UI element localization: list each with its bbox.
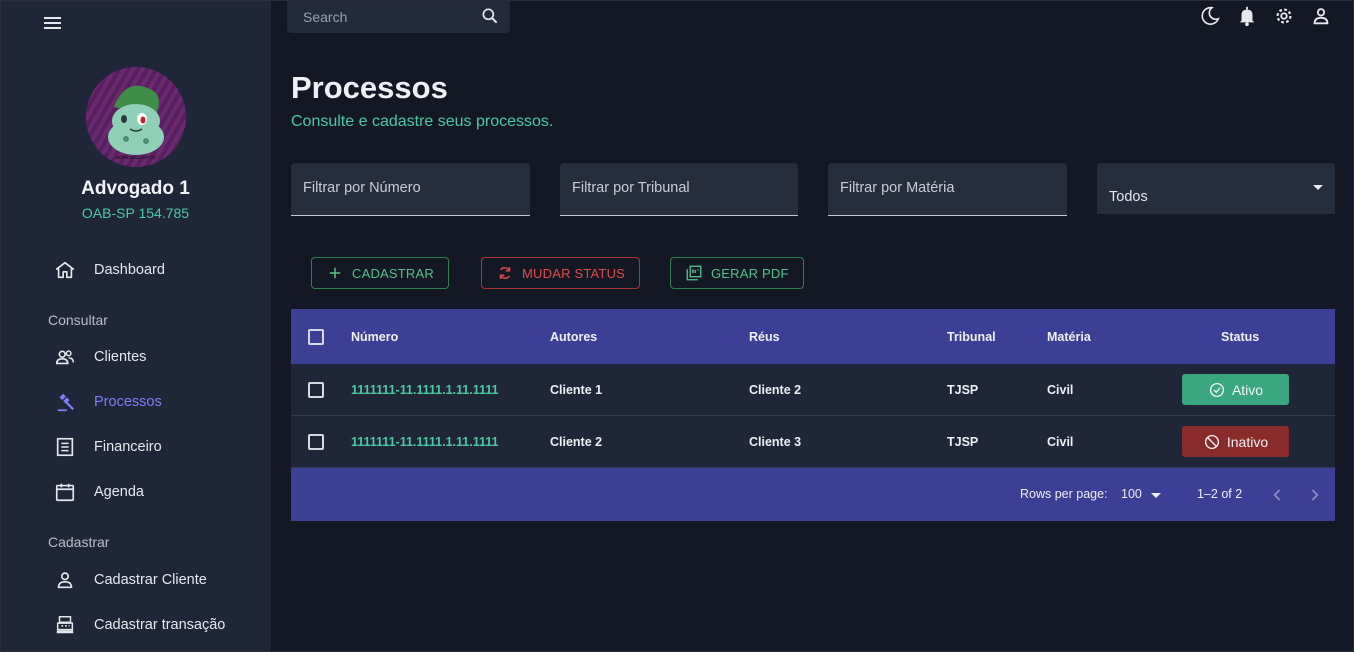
chevron-down-icon[interactable] <box>1151 493 1161 498</box>
settings-icon[interactable] <box>1273 5 1295 27</box>
page-subtitle: Consulte e cadastre seus processos. <box>291 113 554 130</box>
home-icon <box>55 261 75 279</box>
gerar-pdf-button[interactable]: GERAR PDF <box>670 257 804 289</box>
top-icons <box>1199 5 1332 27</box>
sidebar-item-label: Agenda <box>94 484 144 500</box>
cell-materia: Civil <box>1047 434 1074 449</box>
search-icon[interactable] <box>480 6 500 26</box>
sidebar-item-cadastrar-cliente[interactable]: Cadastrar Cliente <box>54 568 207 592</box>
filter-materia-input[interactable] <box>840 180 1040 196</box>
filter-materia <box>828 163 1067 216</box>
row-checkbox[interactable] <box>308 381 324 398</box>
sidebar: advocacia.com.br Advogado 1 OAB-SP 154.7… <box>0 0 271 652</box>
sidebar-item-agenda[interactable]: Agenda <box>54 480 144 504</box>
filter-numero-input[interactable] <box>303 180 503 196</box>
cell-autores: Cliente 2 <box>550 434 603 449</box>
pdf-icon <box>686 265 702 281</box>
cash-register-icon <box>56 616 74 634</box>
header-status[interactable]: Status <box>1221 330 1259 344</box>
status-badge-label: Ativo <box>1231 381 1264 398</box>
section-title-cadastrar: Cadastrar <box>48 534 110 550</box>
people-icon <box>55 350 74 365</box>
sidebar-item-label: Cadastrar transação <box>94 617 226 633</box>
account-icon[interactable] <box>1310 5 1332 27</box>
status-badge-label: Inativo <box>1226 433 1269 450</box>
sidebar-item-cadastrar-transacao[interactable]: Cadastrar transação <box>54 613 225 637</box>
sync-icon <box>499 267 511 279</box>
table-pagination: Rows per page: 100 1–2 of 2 <box>291 468 1335 521</box>
header-materia[interactable]: Matéria <box>1047 330 1091 344</box>
select-all-checkbox[interactable] <box>308 328 324 345</box>
rows-per-page-label: Rows per page: <box>1020 487 1108 501</box>
mudar-status-button-label: MUDAR STATUS <box>522 265 626 281</box>
receipt-icon <box>56 437 74 457</box>
cell-tribunal: TJSP <box>947 434 979 449</box>
cell-reus: Cliente 2 <box>749 382 802 397</box>
avatar: advocacia.com.br <box>86 67 186 167</box>
user-name: Advogado 1 <box>81 178 190 199</box>
cell-autores: Cliente 1 <box>550 382 603 397</box>
gerar-pdf-button-label: GERAR PDF <box>711 265 789 281</box>
blocked-circle-icon <box>1204 434 1219 449</box>
sidebar-item-dashboard[interactable]: Dashboard <box>54 258 165 282</box>
notifications-icon[interactable] <box>1236 5 1258 27</box>
gavel-icon <box>57 393 75 412</box>
processos-table: Número Autores Réus Tribunal Matéria Sta… <box>291 309 1335 521</box>
status-select-value: Todos <box>1109 189 1148 205</box>
user-oab: OAB-SP 154.785 <box>81 205 190 221</box>
row-checkbox[interactable] <box>308 433 324 450</box>
cell-numero: 1111111-11.1111.1.11.1111 <box>351 382 499 397</box>
filter-numero <box>291 163 530 216</box>
section-title-consultar: Consultar <box>48 312 108 328</box>
cadastrar-button[interactable]: CADASTRAR <box>311 257 449 289</box>
chevron-right-icon[interactable] <box>1304 485 1324 505</box>
page-title: Processos <box>291 70 448 105</box>
header-numero[interactable]: Número <box>351 330 398 344</box>
chevron-down-icon <box>1313 185 1323 190</box>
rows-per-page-select[interactable]: 100 <box>1121 487 1142 501</box>
cell-materia: Civil <box>1047 382 1074 397</box>
pagination-range: 1–2 of 2 <box>1197 487 1243 501</box>
cell-tribunal: TJSP <box>947 382 979 397</box>
cell-reus: Cliente 3 <box>749 434 802 449</box>
filter-tribunal-input[interactable] <box>572 180 772 196</box>
header-autores[interactable]: Autores <box>550 330 597 344</box>
add-icon <box>329 267 341 279</box>
sidebar-item-label: Clientes <box>94 349 147 365</box>
sidebar-item-label: Processos <box>94 394 162 410</box>
table-row[interactable]: 1111111-11.1111.1.11.1111 Cliente 1 Clie… <box>291 364 1335 416</box>
calendar-icon <box>55 483 75 502</box>
status-badge: Inativo <box>1182 426 1289 457</box>
sidebar-item-clientes[interactable]: Clientes <box>54 345 146 369</box>
search-bar <box>287 0 510 33</box>
sidebar-item-label: Dashboard <box>94 262 165 278</box>
table-header: Número Autores Réus Tribunal Matéria Sta… <box>291 309 1335 364</box>
status-badge: Ativo <box>1182 374 1289 405</box>
sidebar-item-processos[interactable]: Processos <box>54 390 162 414</box>
header-reus[interactable]: Réus <box>749 330 780 344</box>
avatar-caption: advocacia.com.br <box>116 155 156 161</box>
cell-numero: 1111111-11.1111.1.11.1111 <box>351 434 499 449</box>
status-select[interactable]: Todos <box>1097 163 1335 214</box>
menu-toggle-button[interactable] <box>44 13 66 33</box>
sidebar-item-label: Cadastrar Cliente <box>94 572 207 588</box>
table-row[interactable]: 1111111-11.1111.1.11.1111 Cliente 2 Clie… <box>291 416 1335 468</box>
mudar-status-button[interactable]: MUDAR STATUS <box>481 257 641 289</box>
dark-mode-icon[interactable] <box>1199 5 1221 27</box>
chevron-left-icon[interactable] <box>1268 485 1288 505</box>
search-input[interactable] <box>303 8 473 25</box>
filter-tribunal <box>560 163 798 216</box>
check-circle-icon <box>1209 382 1224 397</box>
header-tribunal[interactable]: Tribunal <box>947 330 996 344</box>
sidebar-item-financeiro[interactable]: Financeiro <box>54 435 162 459</box>
avatar-image <box>86 67 186 167</box>
sidebar-item-label: Financeiro <box>94 439 162 455</box>
person-icon <box>57 572 73 589</box>
cadastrar-button-label: CADASTRAR <box>352 265 434 281</box>
